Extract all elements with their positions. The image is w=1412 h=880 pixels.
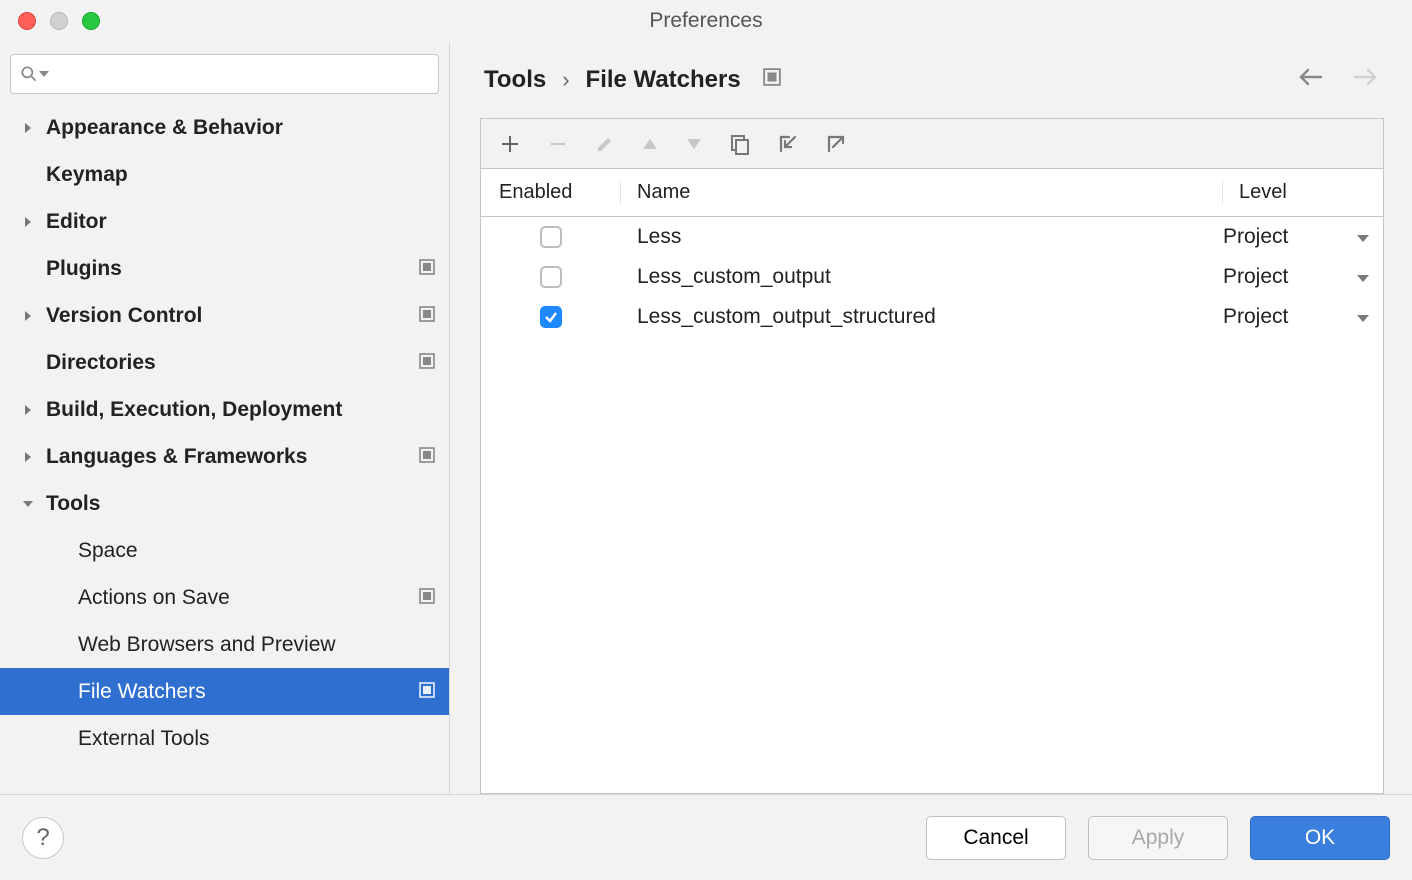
window-controls (0, 12, 100, 30)
enabled-checkbox[interactable] (540, 306, 562, 328)
sidebar-item-label: Tools (46, 492, 435, 516)
edit-button[interactable] (595, 134, 615, 154)
export-button[interactable] (825, 133, 847, 155)
sidebar-item-external-tools[interactable]: External Tools (0, 715, 449, 762)
project-scope-icon (763, 68, 781, 92)
dialog-footer: ? Cancel Apply OK (0, 794, 1412, 880)
move-up-button[interactable] (641, 137, 659, 151)
watcher-level: Project (1223, 265, 1357, 289)
move-down-button[interactable] (685, 137, 703, 151)
chevron-down-icon[interactable] (1357, 265, 1383, 289)
breadcrumb-parent[interactable]: Tools (484, 66, 546, 94)
help-button[interactable]: ? (22, 817, 64, 859)
titlebar: Preferences (0, 0, 1412, 42)
add-button[interactable] (499, 133, 521, 155)
sidebar-item-version-control[interactable]: Version Control (0, 292, 449, 339)
ok-button[interactable]: OK (1250, 816, 1390, 860)
table-toolbar (481, 119, 1383, 169)
chevron-down-icon (39, 69, 49, 79)
sidebar-item-label: Space (78, 539, 435, 563)
sidebar-item-keymap[interactable]: Keymap (0, 151, 449, 198)
table-body: Less Project Less_custom_output Project … (481, 217, 1383, 337)
remove-button[interactable] (547, 133, 569, 155)
sidebar-item-label: Directories (46, 351, 419, 375)
maximize-window-icon[interactable] (82, 12, 100, 30)
chevron-right-icon (20, 452, 36, 462)
forward-arrow-icon (1346, 67, 1384, 93)
enabled-checkbox[interactable] (540, 266, 562, 288)
search-input[interactable] (55, 64, 430, 85)
table-row[interactable]: Less_custom_output Project (481, 257, 1383, 297)
watcher-level: Project (1223, 305, 1357, 329)
preferences-sidebar: Appearance & Behavior Keymap Editor Plug… (0, 42, 450, 794)
breadcrumb-current: File Watchers (586, 66, 741, 94)
column-header-level[interactable]: Level (1223, 181, 1383, 204)
sidebar-item-label: Web Browsers and Preview (78, 633, 435, 657)
table-row[interactable]: Less_custom_output_structured Project (481, 297, 1383, 337)
chevron-down-icon (20, 499, 36, 509)
sidebar-item-plugins[interactable]: Plugins (0, 245, 449, 292)
sidebar-item-directories[interactable]: Directories (0, 339, 449, 386)
column-header-name[interactable]: Name (621, 181, 1223, 204)
sidebar-item-appearance-behavior[interactable]: Appearance & Behavior (0, 104, 449, 151)
sidebar-item-label: File Watchers (78, 680, 419, 704)
chevron-right-icon (20, 123, 36, 133)
project-scope-icon (419, 586, 435, 610)
sidebar-item-label: Build, Execution, Deployment (46, 398, 435, 422)
back-arrow-icon[interactable] (1292, 67, 1330, 93)
sidebar-item-label: Editor (46, 210, 435, 234)
enabled-checkbox[interactable] (540, 226, 562, 248)
chevron-right-icon (20, 217, 36, 227)
project-scope-icon (419, 445, 435, 469)
table-header: Enabled Name Level (481, 169, 1383, 217)
project-scope-icon (419, 257, 435, 281)
chevron-right-icon (20, 405, 36, 415)
watcher-name: Less_custom_output (621, 265, 1223, 289)
sidebar-item-languages-frameworks[interactable]: Languages & Frameworks (0, 433, 449, 480)
apply-button[interactable]: Apply (1088, 816, 1228, 860)
search-icon (19, 64, 39, 84)
column-header-enabled[interactable]: Enabled (481, 181, 621, 204)
sidebar-item-editor[interactable]: Editor (0, 198, 449, 245)
watcher-name: Less (621, 225, 1223, 249)
sidebar-item-actions-on-save[interactable]: Actions on Save (0, 574, 449, 621)
main-panel: Tools › File Watchers Enabled Name (450, 42, 1412, 794)
watcher-name: Less_custom_output_structured (621, 305, 1223, 329)
table-row[interactable]: Less Project (481, 217, 1383, 257)
sidebar-item-tools[interactable]: Tools (0, 480, 449, 527)
chevron-right-icon: › (562, 67, 569, 93)
project-scope-icon (419, 680, 435, 704)
window-title: Preferences (0, 9, 1412, 33)
sidebar-item-label: Plugins (46, 257, 419, 281)
settings-tree: Appearance & Behavior Keymap Editor Plug… (0, 104, 449, 762)
file-watchers-panel: Enabled Name Level Less Project Less_cus… (480, 118, 1384, 794)
sidebar-item-label: Actions on Save (78, 586, 419, 610)
chevron-down-icon[interactable] (1357, 225, 1383, 249)
import-button[interactable] (777, 133, 799, 155)
sidebar-item-label: Version Control (46, 304, 419, 328)
search-box[interactable] (10, 54, 439, 94)
watcher-level: Project (1223, 225, 1357, 249)
sidebar-item-web-browsers-preview[interactable]: Web Browsers and Preview (0, 621, 449, 668)
breadcrumb: Tools › File Watchers (450, 42, 1412, 110)
sidebar-item-build-execution-deployment[interactable]: Build, Execution, Deployment (0, 386, 449, 433)
minimize-window-icon[interactable] (50, 12, 68, 30)
sidebar-item-label: Languages & Frameworks (46, 445, 419, 469)
sidebar-item-label: Keymap (46, 163, 435, 187)
close-window-icon[interactable] (18, 12, 36, 30)
project-scope-icon (419, 351, 435, 375)
cancel-button[interactable]: Cancel (926, 816, 1066, 860)
project-scope-icon (419, 304, 435, 328)
sidebar-item-label: External Tools (78, 727, 435, 751)
sidebar-item-file-watchers[interactable]: File Watchers (0, 668, 449, 715)
copy-button[interactable] (729, 133, 751, 155)
chevron-right-icon (20, 311, 36, 321)
sidebar-item-label: Appearance & Behavior (46, 116, 435, 140)
chevron-down-icon[interactable] (1357, 305, 1383, 329)
sidebar-item-space[interactable]: Space (0, 527, 449, 574)
